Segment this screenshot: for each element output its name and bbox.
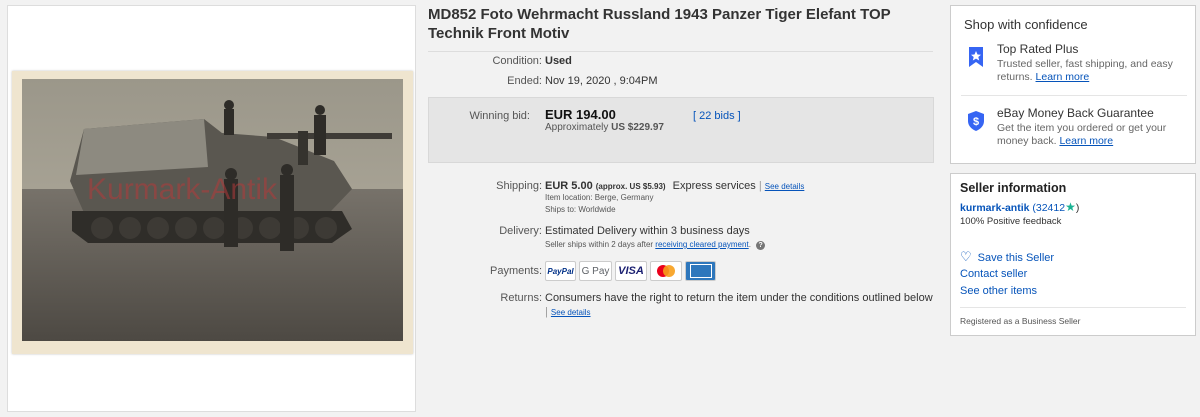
mastercard-icon — [650, 261, 682, 281]
money-back-title: eBay Money Back Guarantee — [997, 106, 1154, 120]
money-back-learn-more-link[interactable]: Learn more — [1059, 135, 1113, 147]
returns-label: Returns: — [500, 292, 542, 304]
positive-feedback: 100% Positive feedback — [960, 216, 1062, 227]
confidence-title: Shop with confidence — [964, 17, 1088, 32]
photo-watermark: Kurmark-Antik — [87, 173, 278, 206]
item-image-panel[interactable]: Kurmark-Antik — [7, 5, 416, 412]
contact-seller-link[interactable]: Contact seller — [960, 268, 1027, 280]
visa-icon: VISA — [615, 261, 647, 281]
svg-text:$: $ — [973, 116, 979, 128]
returns-details-link[interactable]: See details — [551, 308, 591, 317]
returns-value: Consumers have the right to return the i… — [545, 292, 933, 304]
top-rated-learn-more-link[interactable]: Learn more — [1036, 71, 1090, 83]
condition-label: Condition: — [492, 55, 542, 67]
bid-count-link[interactable]: [ 22 bids ] — [693, 110, 741, 122]
ended-label: Ended: — [507, 75, 542, 87]
shipping-service: Express services — [672, 180, 756, 192]
save-seller-link[interactable]: ♡ Save this Seller — [960, 249, 1054, 265]
item-photo[interactable]: Kurmark-Antik — [12, 71, 413, 354]
seller-name-line: kurmark-antik (32412★) — [960, 200, 1080, 214]
google-pay-icon: G Pay — [579, 261, 612, 281]
help-icon[interactable]: ? — [756, 241, 766, 250]
payments-label: Payments: — [490, 265, 542, 277]
item-details: MD852 Foto Wehrmacht Russland 1943 Panze… — [428, 5, 938, 335]
winning-bid-label: Winning bid: — [469, 110, 530, 122]
shop-with-confidence-card: Shop with confidence Top Rated Plus Trus… — [950, 5, 1196, 164]
top-rated-plus-title: Top Rated Plus — [997, 42, 1079, 56]
delivery-label: Delivery: — [499, 225, 542, 237]
ended-value: Nov 19, 2020 , 9:04PM — [545, 75, 658, 87]
delivery-value: Estimated Delivery within 3 business day… — [545, 225, 750, 237]
delivery-note: Seller ships within 2 days after — [545, 240, 654, 249]
feedback-star-icon: ★ — [1065, 200, 1076, 214]
shipping-label: Shipping: — [496, 180, 542, 192]
money-back-shield-icon: $ — [966, 110, 986, 132]
see-other-items-link[interactable]: See other items — [960, 285, 1037, 297]
seller-information-card: Seller information kurmark-antik (32412★… — [950, 173, 1196, 336]
winning-bid-approx: Approximately US $229.97 — [545, 122, 664, 133]
tank-photo-illustration: Kurmark-Antik — [22, 79, 403, 341]
seller-info-title: Seller information — [960, 181, 1067, 195]
shipping-approx: (approx. US $5.93) — [595, 182, 666, 191]
seller-name-link[interactable]: kurmark-antik — [960, 202, 1029, 214]
business-seller-note: Registered as a Business Seller — [960, 316, 1081, 326]
paypal-icon: PayPal — [545, 261, 576, 281]
payment-icons: PayPal G Pay VISA — [545, 261, 935, 281]
item-location: Item location: Berge, Germany — [545, 193, 654, 202]
heart-icon: ♡ — [960, 249, 972, 264]
feedback-count-link[interactable]: (32412 — [1032, 202, 1065, 214]
shipping-cost: EUR 5.00 — [545, 180, 593, 192]
top-rated-badge-icon — [966, 46, 986, 68]
winning-bid-amount: EUR 194.00 — [545, 107, 616, 122]
condition-value: Used — [545, 55, 572, 67]
ships-to: Ships to: Worldwide — [545, 205, 616, 214]
shipping-details-link[interactable]: See details — [765, 182, 805, 191]
winning-bid-box: Winning bid: EUR 194.00 Approximately US… — [428, 97, 934, 163]
item-title: MD852 Foto Wehrmacht Russland 1943 Panze… — [428, 5, 933, 52]
cleared-payment-link[interactable]: receiving cleared payment — [655, 240, 748, 249]
amex-icon — [685, 261, 716, 281]
